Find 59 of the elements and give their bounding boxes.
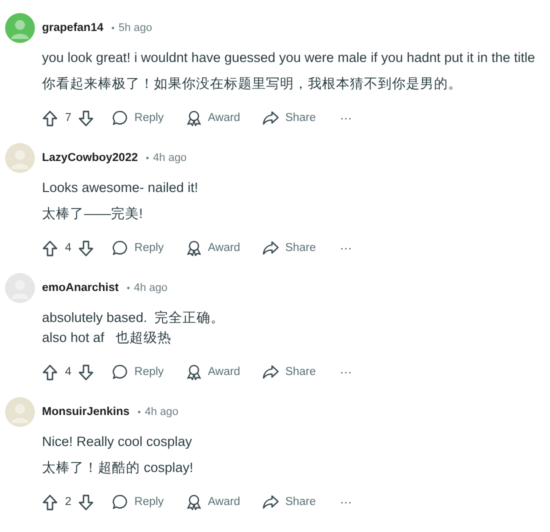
share-icon	[262, 364, 280, 380]
vote-count: 4	[65, 242, 72, 254]
comment-text: absolutely based. 完全正确。 also hot af 也超级热	[42, 309, 226, 347]
award-button[interactable]: Award	[186, 494, 240, 510]
award-button[interactable]: Award	[186, 110, 240, 126]
speech-bubble-icon	[112, 494, 128, 510]
share-button[interactable]: Share	[262, 110, 316, 126]
vote-count: 4	[65, 366, 72, 378]
comment-text: you look great! i wouldnt have guessed you were male if you hadnt put it in the title	[42, 49, 536, 67]
downvote-icon[interactable]	[78, 240, 94, 256]
timestamp: 5h ago	[118, 22, 152, 34]
speech-bubble-icon	[112, 240, 128, 256]
upvote-icon[interactable]	[42, 240, 58, 256]
username[interactable]: LazyCowboy2022	[42, 152, 138, 164]
share-button[interactable]: Share	[262, 364, 316, 380]
reply-button[interactable]: Reply	[112, 494, 164, 510]
vote-count: 2	[65, 496, 72, 508]
separator-dot: •	[146, 153, 150, 163]
speech-bubble-icon	[112, 110, 128, 126]
separator-dot: •	[111, 23, 115, 33]
comment-text: 你看起来棒极了！如果你没在标题里写明，我根本猜不到你是男的。	[42, 75, 463, 93]
upvote-icon[interactable]	[42, 364, 58, 380]
vote-count: 7	[65, 112, 72, 124]
downvote-icon[interactable]	[78, 494, 94, 510]
comment-text: Looks awesome- nailed it!	[42, 179, 200, 197]
award-icon	[186, 364, 202, 380]
upvote-icon[interactable]	[42, 494, 58, 510]
award-button[interactable]: Award	[186, 240, 240, 256]
more-button[interactable]: ···	[338, 241, 354, 255]
award-icon	[186, 110, 202, 126]
downvote-icon[interactable]	[78, 364, 94, 380]
award-icon	[186, 494, 202, 510]
downvote-icon[interactable]	[78, 110, 94, 126]
more-button[interactable]: ···	[338, 365, 354, 379]
award-icon	[186, 240, 202, 256]
username[interactable]: grapefan14	[42, 22, 104, 34]
share-icon	[262, 240, 280, 256]
separator-dot: •	[126, 283, 130, 293]
speech-bubble-icon	[112, 364, 128, 380]
share-icon	[262, 110, 280, 126]
comment-text: Nice! Really cool cosplay	[42, 433, 194, 451]
timestamp: 4h ago	[153, 152, 187, 164]
award-button[interactable]: Award	[186, 364, 240, 380]
comment-text: 太棒了——完美!	[42, 205, 144, 223]
timestamp: 4h ago	[134, 282, 168, 294]
comment-text: 太棒了！超酷的 cosplay!	[42, 459, 194, 477]
username[interactable]: emoAnarchist	[42, 282, 119, 294]
reply-button[interactable]: Reply	[112, 364, 164, 380]
reply-button[interactable]: Reply	[112, 110, 164, 126]
upvote-icon[interactable]	[42, 110, 58, 126]
more-button[interactable]: ···	[338, 495, 354, 509]
share-button[interactable]: Share	[262, 494, 316, 510]
reply-button[interactable]: Reply	[112, 240, 164, 256]
username[interactable]: MonsuirJenkins	[42, 406, 130, 418]
share-button[interactable]: Share	[262, 240, 316, 256]
more-button[interactable]: ···	[338, 111, 354, 125]
timestamp: 4h ago	[144, 406, 178, 418]
separator-dot: •	[138, 407, 141, 417]
share-icon	[262, 494, 280, 510]
